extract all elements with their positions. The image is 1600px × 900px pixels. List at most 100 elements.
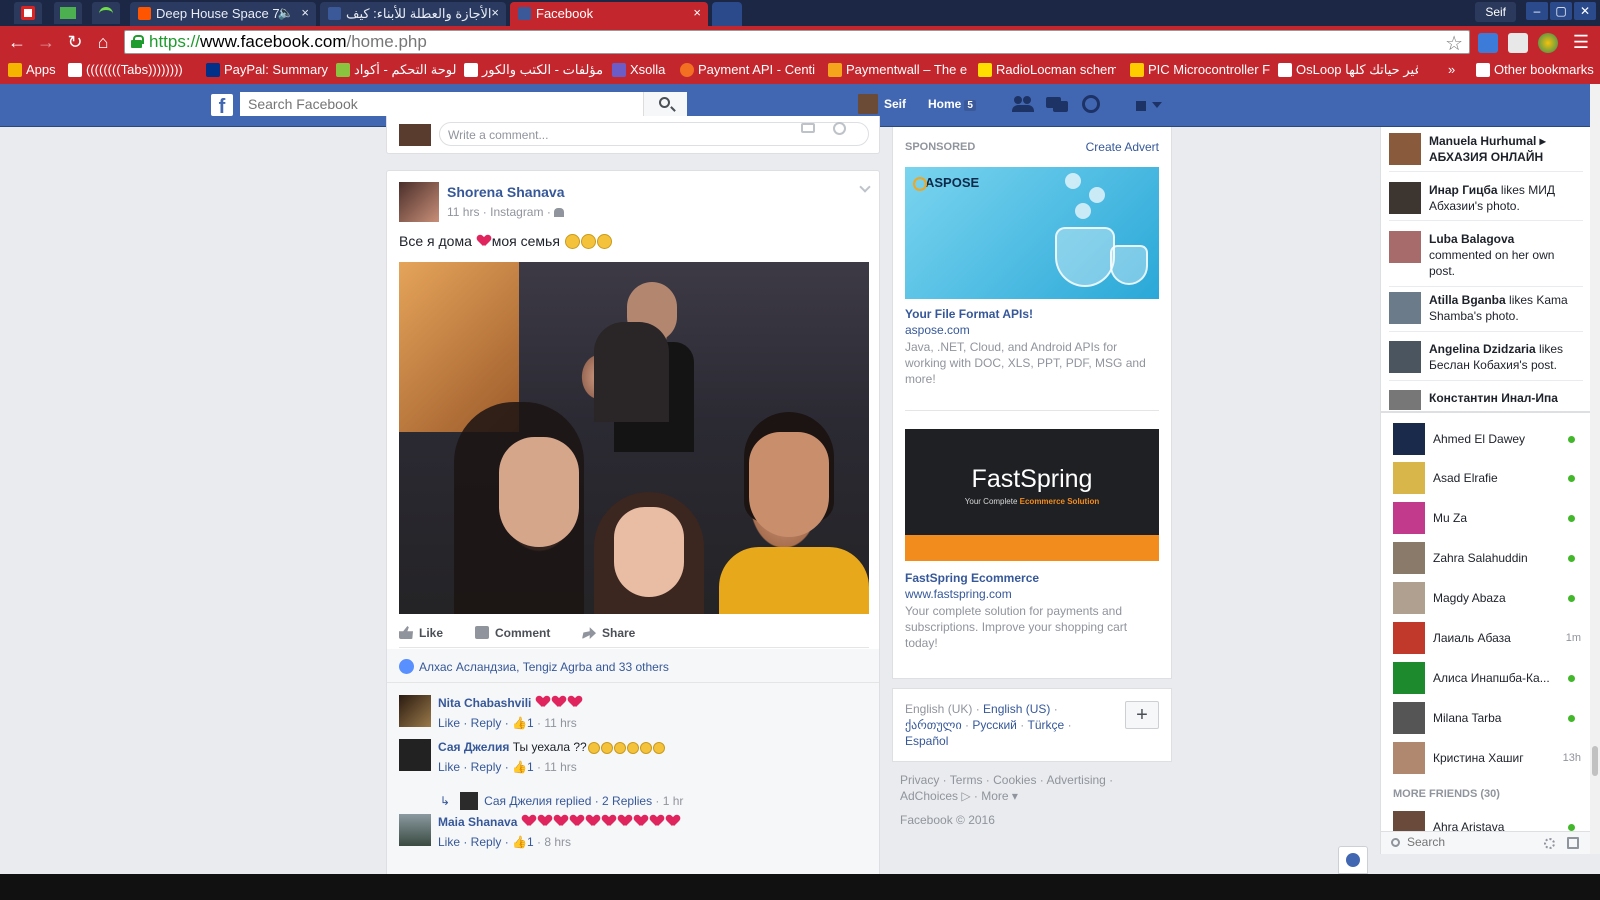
camera-icon[interactable] <box>801 123 815 133</box>
new-tab-button[interactable] <box>712 2 742 26</box>
bookmark[interactable]: PayPal: Summary <box>206 62 330 77</box>
home-icon[interactable]: ⌂ <box>92 31 114 53</box>
close-tab-icon[interactable]: × <box>491 5 499 20</box>
chat-friend[interactable]: Лаиаль Абаза 1m <box>1381 620 1591 656</box>
chat-friend[interactable]: Asad Elrafie <box>1381 460 1591 496</box>
profile-button[interactable]: Seif <box>1475 2 1516 22</box>
chat-friend[interactable]: Magdy Abaza <box>1381 580 1591 616</box>
ad-url[interactable]: aspose.com <box>905 323 970 337</box>
chat-friend[interactable]: Ahmed El Dawey <box>1381 421 1591 457</box>
home-link[interactable]: Home 5 <box>928 97 976 111</box>
comment-like-count[interactable]: 👍1 <box>512 716 534 730</box>
ad-image[interactable]: ASPOSE <box>905 167 1159 299</box>
post-author[interactable]: Shorena Shanava <box>447 184 565 200</box>
likes-summary-link[interactable]: Алхас Асландзиа, Tengiz Agrba and 33 oth… <box>399 659 669 674</box>
ad-image[interactable]: FastSpring Your Complete Ecommerce Solut… <box>905 429 1159 561</box>
forward-icon[interactable]: → <box>35 31 57 53</box>
commenter-name[interactable]: Сая Джелия <box>438 740 509 754</box>
chat-friend[interactable]: Mu Za <box>1381 500 1591 536</box>
language-link[interactable]: Español <box>905 734 948 748</box>
bookmark[interactable]: Paymentwall – The e <box>828 62 968 77</box>
bookmark[interactable]: Xsolla <box>612 62 676 77</box>
bookmark[interactable]: OsLoop غير حياتك كلها <box>1278 62 1418 78</box>
audience-friends-icon[interactable] <box>554 208 565 217</box>
bookmarks-overflow-button[interactable]: » <box>1448 62 1455 77</box>
commenter-avatar[interactable] <box>399 814 431 846</box>
search-input[interactable] <box>240 92 640 116</box>
ad-title[interactable]: FastSpring Ecommerce <box>905 571 1039 585</box>
scrollbar-thumb[interactable] <box>1592 746 1598 776</box>
bookmark[interactable]: مؤلفات - الكتب والكور <box>464 62 604 78</box>
commenter-avatar[interactable] <box>399 739 431 771</box>
comment-like-reply-links[interactable]: Like · Reply · <box>438 760 512 774</box>
bookmark[interactable]: Payment API - Centi <box>680 62 818 77</box>
bookmark[interactable]: لوحة التحكم - أكواد <box>336 62 458 78</box>
author-avatar[interactable] <box>399 182 439 222</box>
sticker-icon[interactable] <box>833 122 846 135</box>
footer-links[interactable]: Privacy · Terms · Cookies · Advertising … <box>900 772 1170 804</box>
menu-icon[interactable]: ☰ <box>1570 31 1592 53</box>
pinned-tab[interactable] <box>92 2 120 24</box>
browser-tab[interactable]: الأجازة والعطلة للأبناء: كيف × <box>320 2 506 26</box>
search-button[interactable] <box>643 92 687 116</box>
ad-title[interactable]: Your File Format APIs! <box>905 307 1033 321</box>
more-languages-button[interactable]: + <box>1125 701 1159 729</box>
chat-friend[interactable]: Кристина Хашиг 13h <box>1381 740 1591 776</box>
back-icon[interactable]: ← <box>6 31 28 53</box>
bookmark-folder[interactable]: ((((((((Tabs)))))))) <box>68 62 196 77</box>
create-advert-link[interactable]: Create Advert <box>1086 140 1159 154</box>
comment-like-count[interactable]: 👍1 <box>512 835 534 849</box>
ticker-item[interactable]: Константин Инал-Ипа <box>1381 390 1591 410</box>
chat-friend[interactable]: Алиса Инапшба-Ка... <box>1381 660 1591 696</box>
language-link[interactable]: Русский <box>972 718 1017 732</box>
friend-requests-icon[interactable] <box>1012 95 1034 113</box>
share-button[interactable]: Share <box>582 626 635 640</box>
chat-globe-button[interactable] <box>1338 846 1368 874</box>
privacy-shortcuts-icon[interactable] <box>1134 95 1162 113</box>
reload-icon[interactable]: ↻ <box>64 31 86 53</box>
close-window-button[interactable]: ✕ <box>1574 2 1596 20</box>
commenter-name[interactable]: Maia Shanava <box>438 815 517 829</box>
ad-url[interactable]: www.fastspring.com <box>905 587 1012 601</box>
messages-icon[interactable] <box>1046 95 1068 113</box>
language-link[interactable]: English (US) <box>983 702 1050 716</box>
language-link[interactable]: Türkçe <box>1028 718 1065 732</box>
comment-like-reply-links[interactable]: Like · Reply · <box>438 835 512 849</box>
globe-extension-icon[interactable] <box>1538 33 1558 53</box>
profile-link[interactable]: Seif <box>858 94 906 114</box>
chat-friend[interactable]: Milana Tarba <box>1381 700 1591 736</box>
bookmark-star-icon[interactable]: ☆ <box>1445 31 1463 56</box>
facebook-logo[interactable]: f <box>211 94 233 116</box>
commenter-avatar[interactable] <box>399 695 431 727</box>
like-button[interactable]: Like <box>399 626 443 640</box>
address-bar[interactable]: https://www.facebook.com/home.php ☆ <box>124 30 1470 56</box>
pinned-tab[interactable] <box>14 2 42 24</box>
speaker-icon[interactable]: 🔈 <box>278 5 294 21</box>
close-tab-icon[interactable]: × <box>693 5 701 20</box>
commenter-name[interactable]: Nita Chabashvili <box>438 696 531 710</box>
view-replies-link[interactable]: ↳ Сая Джелия replied · 2 Replies · 1 hr <box>440 792 683 810</box>
chat-search-input[interactable] <box>1407 835 1527 849</box>
bookmark-apps[interactable]: Apps <box>8 62 56 77</box>
pinned-tab[interactable] <box>54 2 82 24</box>
close-tab-icon[interactable]: × <box>301 5 309 20</box>
browser-tab[interactable]: Deep House Space 78 🔈 × <box>130 2 316 26</box>
comment-like-count[interactable]: 👍1 <box>512 760 534 774</box>
post-photo[interactable] <box>399 262 869 614</box>
bookmark[interactable]: RadioLocman schem <box>978 62 1116 77</box>
comment-button[interactable]: Comment <box>475 626 550 640</box>
minimize-button[interactable]: – <box>1526 2 1548 20</box>
language-link[interactable]: ქართული <box>905 718 962 732</box>
gear-icon[interactable] <box>1544 838 1555 849</box>
notifications-icon[interactable] <box>1082 95 1100 113</box>
browser-tab-active[interactable]: Facebook × <box>510 2 708 26</box>
bookmark[interactable]: PIC Microcontroller F <box>1130 62 1270 77</box>
chat-friend[interactable]: Zahra Salahuddin <box>1381 540 1591 576</box>
other-bookmarks[interactable]: Other bookmarks <box>1476 62 1594 77</box>
chat-friend[interactable]: Ahra Aristava <box>1381 809 1591 831</box>
comment-like-reply-links[interactable]: Like · Reply · <box>438 716 512 730</box>
page-scrollbar[interactable] <box>1590 84 1600 854</box>
post-options-chevron-icon[interactable] <box>859 181 871 193</box>
extension-icon[interactable] <box>1508 33 1528 53</box>
new-message-icon[interactable] <box>1567 837 1579 849</box>
